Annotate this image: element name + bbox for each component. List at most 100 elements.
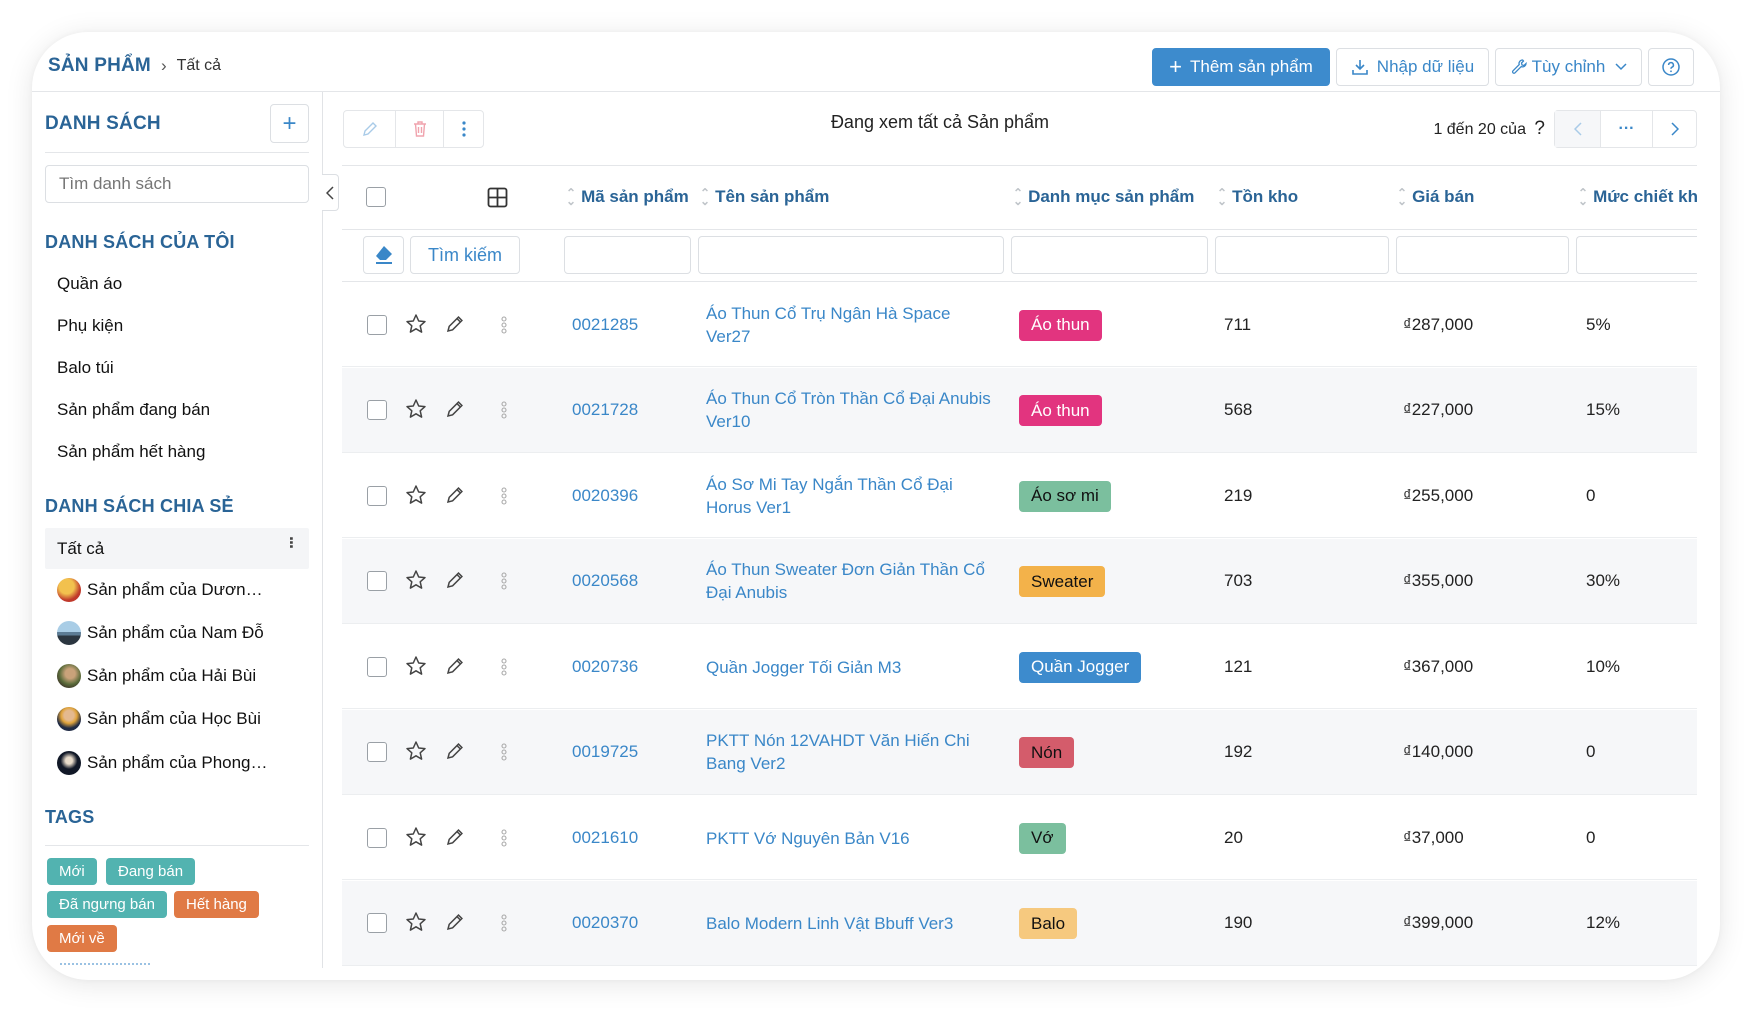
filter-price-input[interactable] xyxy=(1396,236,1569,274)
add-list-button[interactable]: + xyxy=(270,104,309,143)
row-checkbox[interactable] xyxy=(367,400,387,421)
sidebar-item-my-list[interactable]: Sản phẩm đang bán xyxy=(57,400,210,420)
pencil-icon[interactable] xyxy=(445,485,465,510)
filter-stock-input[interactable] xyxy=(1215,236,1389,274)
star-icon[interactable] xyxy=(405,826,427,853)
filter-name-input[interactable] xyxy=(698,236,1004,274)
more-vertical-icon[interactable] xyxy=(501,315,507,340)
product-code-link[interactable]: 0020370 xyxy=(572,913,638,933)
column-header-price[interactable]: ⌃ ⌄ Giá bán xyxy=(1397,187,1474,207)
sidebar-item-shared-list[interactable]: Sản phẩm của Học Bùi xyxy=(57,707,307,731)
column-header-discount[interactable]: ⌃ ⌄ Mức chiết khấ xyxy=(1578,187,1697,207)
star-icon[interactable] xyxy=(405,484,427,511)
tag-chip[interactable]: Mới xyxy=(47,858,97,885)
sidebar-item-my-list[interactable]: Phụ kiện xyxy=(57,316,123,336)
help-button[interactable] xyxy=(1648,48,1694,86)
import-data-button[interactable]: Nhập dữ liệu xyxy=(1336,48,1489,86)
star-icon[interactable] xyxy=(405,740,427,767)
sidebar-item-shared-all[interactable]: Tất cả ··· xyxy=(45,528,309,569)
breadcrumb-root[interactable]: SẢN PHẨM xyxy=(48,55,151,77)
bulk-more-button[interactable] xyxy=(444,111,483,147)
product-code-link[interactable]: 0021285 xyxy=(572,315,638,335)
pencil-icon[interactable] xyxy=(445,656,465,681)
more-vertical-icon[interactable] xyxy=(501,742,507,767)
pencil-icon[interactable] xyxy=(445,399,465,424)
product-code-link[interactable]: 0020736 xyxy=(572,657,638,677)
bulk-edit-button[interactable] xyxy=(344,111,396,147)
bulk-delete-button[interactable] xyxy=(396,111,444,147)
column-header-code[interactable]: ⌃ ⌄ Mã sản phẩm xyxy=(566,187,689,207)
row-checkbox[interactable] xyxy=(367,485,387,506)
row-checkbox[interactable] xyxy=(367,913,387,934)
more-vertical-icon[interactable] xyxy=(501,828,507,853)
pencil-icon[interactable] xyxy=(445,827,465,852)
column-layout-icon[interactable] xyxy=(487,187,508,208)
product-name-link[interactable]: Áo Thun Cổ Tròn Thần Cổ Đại Anubis Ver10 xyxy=(706,387,996,433)
tag-chip[interactable]: Đang bán xyxy=(106,858,196,885)
list-search-input[interactable] xyxy=(45,165,309,203)
column-header-category[interactable]: ⌃ ⌄ Danh mục sản phẩm xyxy=(1013,187,1194,207)
row-checkbox[interactable] xyxy=(367,571,387,592)
product-name-link[interactable]: PKTT Vớ Nguyên Bản V16 xyxy=(706,827,996,850)
product-name-link[interactable]: Quần Jogger Tối Giản M3 xyxy=(706,656,996,679)
product-name-link[interactable]: PKTT Nón 12VAHDT Văn Hiến Chi Bang Ver2 xyxy=(706,729,996,775)
next-page-button[interactable] xyxy=(1653,111,1696,147)
tag-chip[interactable]: Mới về xyxy=(47,925,117,952)
select-all-checkbox[interactable] xyxy=(366,187,386,207)
row-checkbox[interactable] xyxy=(367,827,387,848)
product-code-link[interactable]: 0020396 xyxy=(572,486,638,506)
add-product-button[interactable]: + Thêm sản phẩm xyxy=(1152,48,1330,86)
stock-value: 219 xyxy=(1224,485,1253,505)
sort-icon: ⌃ ⌄ xyxy=(700,186,711,208)
row-checkbox[interactable] xyxy=(367,656,387,677)
more-vertical-icon[interactable] xyxy=(501,400,507,425)
prev-page-button[interactable] xyxy=(1555,111,1601,147)
column-header-stock[interactable]: ⌃ ⌄ Tồn kho xyxy=(1217,187,1298,207)
sidebar-item-shared-list[interactable]: Sản phẩm của Hải Bùi xyxy=(57,664,307,688)
search-filter-button[interactable]: Tìm kiếm xyxy=(410,236,520,274)
star-icon[interactable] xyxy=(405,655,427,682)
star-icon[interactable] xyxy=(405,398,427,425)
more-vertical-icon[interactable] xyxy=(501,571,507,596)
column-header-name[interactable]: ⌃ ⌄ Tên sản phẩm xyxy=(700,187,829,207)
sidebar-item-my-list[interactable]: Sản phẩm hết hàng xyxy=(57,442,205,462)
sidebar-title-divider xyxy=(45,152,309,153)
tag-chip[interactable]: Hết hàng xyxy=(174,891,259,918)
more-vertical-icon[interactable] xyxy=(501,486,507,511)
product-code-link[interactable]: 0021610 xyxy=(572,828,638,848)
product-code-link[interactable]: 0019725 xyxy=(572,742,638,762)
pencil-icon[interactable] xyxy=(445,741,465,766)
filter-code-input[interactable] xyxy=(564,236,691,274)
more-vertical-icon[interactable] xyxy=(501,657,507,682)
row-checkbox[interactable] xyxy=(367,742,387,763)
filter-discount-input[interactable] xyxy=(1576,236,1697,274)
product-name-link[interactable]: Balo Modern Linh Vật Bbuff Ver3 xyxy=(706,912,996,935)
product-name-link[interactable]: Áo Thun Cổ Trụ Ngân Hà Space Ver27 xyxy=(706,302,996,348)
more-vertical-icon[interactable] xyxy=(501,913,507,938)
product-code-link[interactable]: 0020568 xyxy=(572,571,638,591)
row-checkbox[interactable] xyxy=(367,314,387,335)
pencil-icon[interactable] xyxy=(445,314,465,339)
pencil-icon[interactable] xyxy=(445,912,465,937)
product-name-link[interactable]: Áo Thun Sweater Đơn Giản Thần Cổ Đại Anub… xyxy=(706,558,996,604)
sidebar-item-shared-list[interactable]: Sản phẩm của Dươn… xyxy=(57,578,307,602)
clear-filters-button[interactable] xyxy=(363,236,404,274)
sidebar-item-my-list[interactable]: Quần áo xyxy=(57,274,122,294)
sidebar-item-my-list[interactable]: Balo túi xyxy=(57,358,114,378)
avatar xyxy=(57,751,81,775)
more-vertical-icon[interactable]: ··· xyxy=(281,536,301,548)
more-pages-button[interactable]: ··· xyxy=(1601,111,1653,147)
sidebar-item-shared-list[interactable]: Sản phẩm của Nam Đỗ xyxy=(57,621,307,645)
customize-dropdown[interactable]: Tùy chỉnh xyxy=(1495,48,1642,86)
filter-category-input[interactable] xyxy=(1011,236,1208,274)
star-icon[interactable] xyxy=(405,911,427,938)
pencil-icon[interactable] xyxy=(445,570,465,595)
star-icon[interactable] xyxy=(405,313,427,340)
product-code-link[interactable]: 0021728 xyxy=(572,400,638,420)
star-icon[interactable] xyxy=(405,569,427,596)
tag-chip[interactable]: Đã ngưng bán xyxy=(47,891,167,918)
sidebar-item-shared-list[interactable]: Sản phẩm của Phong… xyxy=(57,751,307,775)
collapse-sidebar-button[interactable] xyxy=(322,174,339,211)
product-name-line: Ver27 xyxy=(706,326,751,346)
product-name-link[interactable]: Áo Sơ Mi Tay Ngắn Thần Cổ Đại Horus Ver1 xyxy=(706,473,996,519)
